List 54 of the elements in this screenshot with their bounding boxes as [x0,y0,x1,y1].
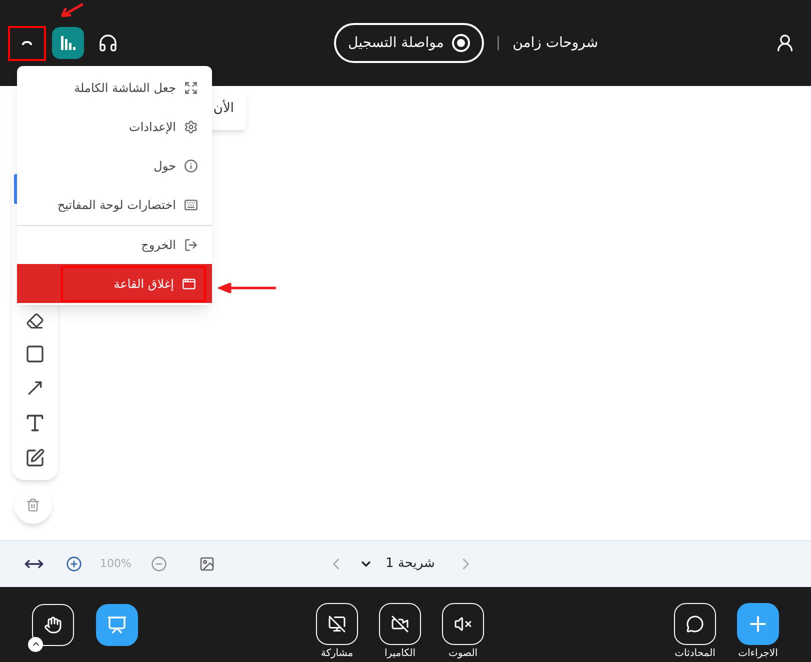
chat-icon [686,614,704,632]
window-icon [182,276,196,290]
logout-icon [184,238,198,252]
zoom-out-icon[interactable] [151,556,168,572]
presentation-icon [107,614,127,634]
annotation-arrow [60,2,84,18]
screen-off-icon [328,614,346,632]
hand-icon [44,616,62,634]
stats-button[interactable] [52,27,84,59]
media-button[interactable] [442,602,484,644]
rectangle-icon[interactable] [25,344,45,364]
menu-item[interactable]: جعل الشاشة الكاملة [17,68,212,107]
media-button[interactable] [316,602,358,644]
menu-item[interactable]: حول [17,146,212,185]
zoom-level: 100% [100,556,132,572]
user-icon [775,33,795,53]
media-label: الصوت [448,646,478,660]
menu-item[interactable]: الإعدادات [17,107,212,146]
media-button[interactable] [379,602,421,644]
media-label: مشاركة [320,646,354,660]
room-title: شروحات زامن [512,34,598,52]
note-icon[interactable] [25,448,45,468]
speaker-muted-icon [454,614,472,632]
chats-button[interactable] [674,602,716,644]
trash-icon [26,498,40,512]
user-button[interactable] [775,33,795,53]
separator: | [496,34,501,52]
presenter-button[interactable] [96,604,138,646]
expand-icon [184,80,198,94]
settings-icon [184,120,198,134]
menu-item[interactable]: إغلاق القاعة [17,264,212,303]
media-label: الكاميرا [384,646,416,660]
annotation-arrow [218,283,278,293]
record-icon [452,34,470,52]
expand-toggle[interactable] [28,636,43,652]
menu-item[interactable]: اختصارات لوحة المفاتيح [17,185,212,224]
zoom-in-icon[interactable] [66,556,82,572]
bars-icon [60,35,76,51]
popup-text: الأن [213,99,234,118]
text-icon[interactable] [24,412,46,434]
headset-icon [98,33,118,53]
slide-selector[interactable]: شريحة 1 [359,554,435,574]
info-icon [184,158,198,172]
delete-button[interactable] [14,486,52,524]
actions-button[interactable] [737,602,779,644]
phone-icon [21,40,33,46]
actions-label: الاجراءات [738,646,778,660]
chats-label: المحادثات [674,646,716,660]
eraser-icon[interactable] [26,312,44,330]
headset-button[interactable] [98,33,118,53]
record-button[interactable]: مواصلة التسجيل [334,23,484,63]
keyboard-icon [184,198,198,212]
camera-off-icon [391,614,409,632]
thumbnail-icon[interactable] [199,556,216,572]
